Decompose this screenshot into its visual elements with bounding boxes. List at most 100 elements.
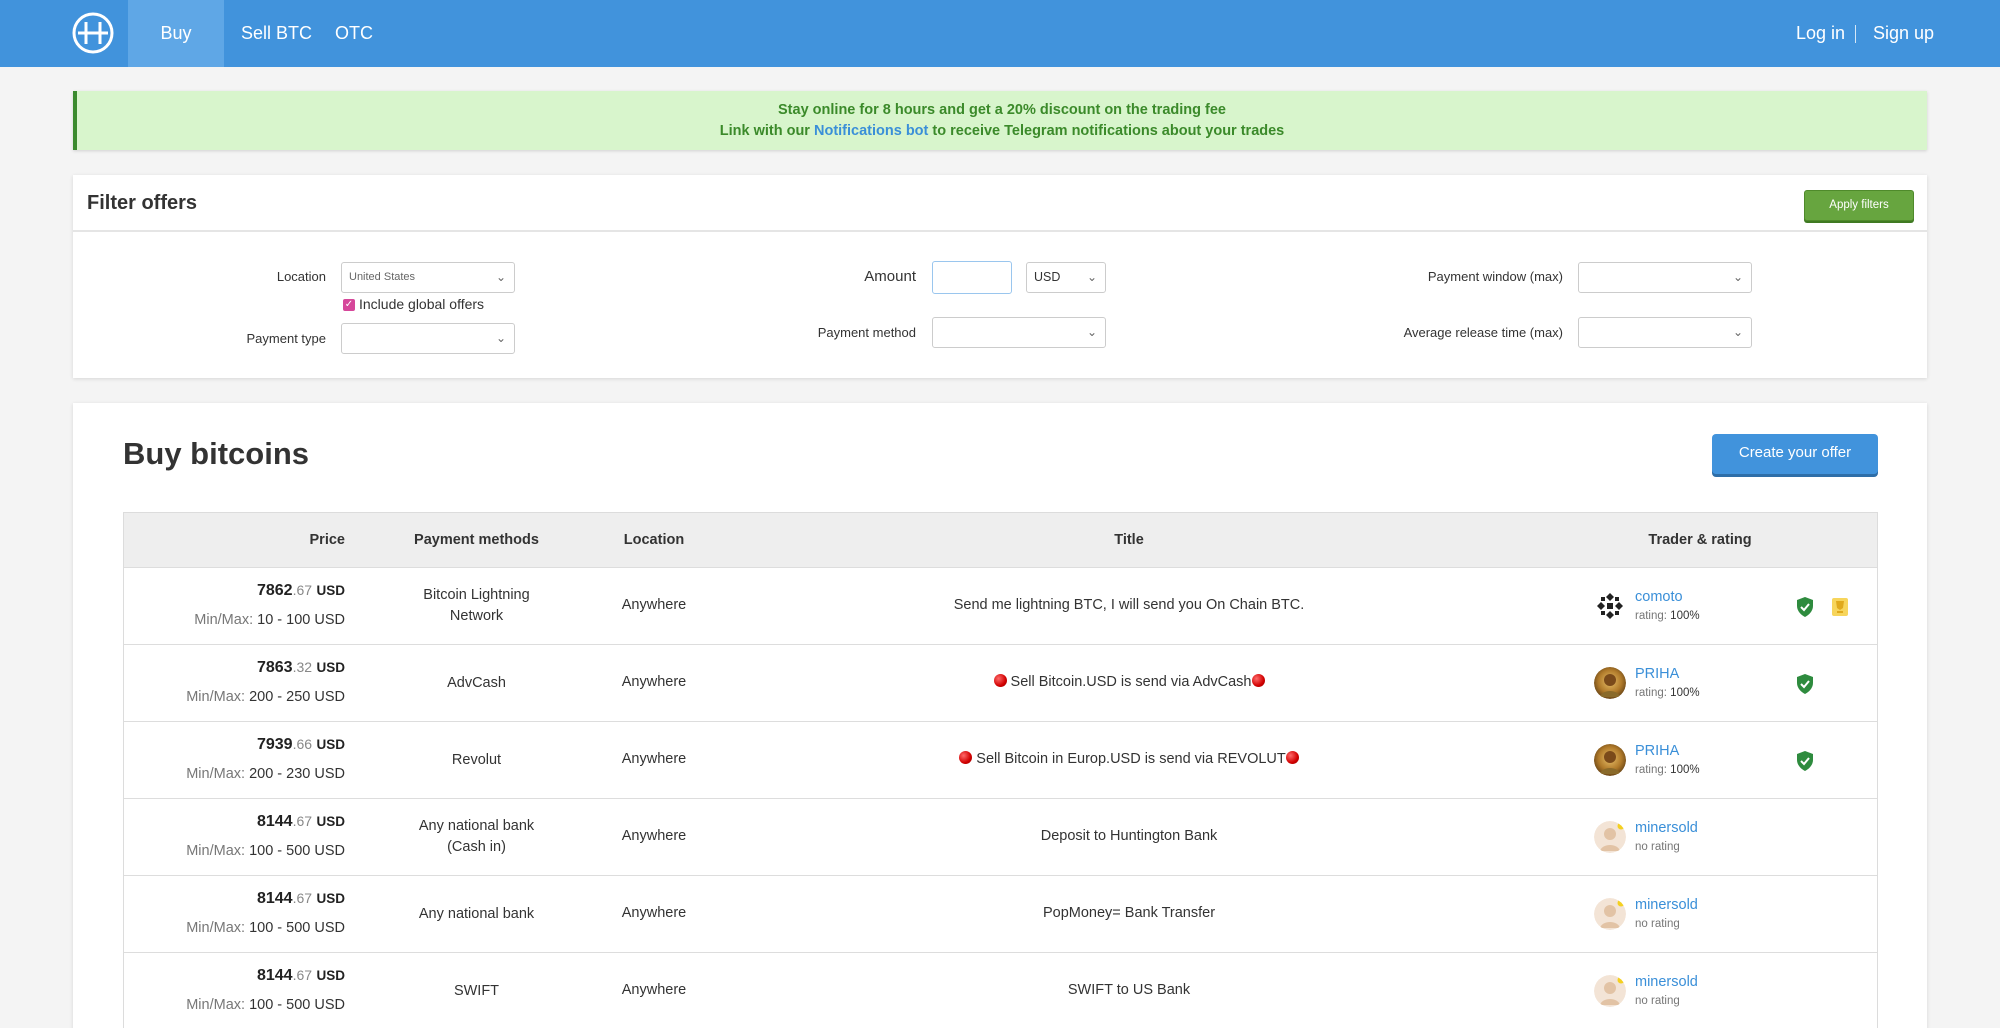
trader-avatar[interactable] bbox=[1594, 898, 1626, 930]
minmax: Min/Max: 100 - 500 USD bbox=[186, 997, 345, 1013]
location-select[interactable]: United States ⌄ bbox=[341, 262, 515, 293]
verified-shield-icon bbox=[1797, 674, 1813, 694]
chevron-down-icon: ⌄ bbox=[1086, 325, 1097, 339]
payment-method-line2: (Cash in) bbox=[447, 839, 506, 855]
price-integer: 7939 bbox=[256, 736, 293, 753]
minmax-value: 100 - 500 USD bbox=[249, 997, 345, 1013]
banner-line2-prefix: Link with our bbox=[719, 123, 814, 139]
table-row[interactable]: 7862.67 USD Min/Max: 10 - 100 USD Bitcoi… bbox=[124, 568, 1877, 645]
location-select-value: United States bbox=[349, 271, 416, 283]
payment-type-select[interactable]: ⌄ bbox=[341, 323, 515, 354]
trader-rating: no rating bbox=[1635, 841, 1680, 853]
table-row[interactable]: 8144.67 USD Min/Max: 100 - 500 USD Any n… bbox=[124, 876, 1877, 953]
payment-method-line2: Network bbox=[449, 608, 504, 624]
chevron-down-icon: ⌄ bbox=[1086, 270, 1097, 284]
verified-shield-icon bbox=[1797, 597, 1813, 617]
location: Anywhere bbox=[621, 828, 687, 844]
amount-input[interactable] bbox=[932, 261, 1012, 294]
trader-avatar[interactable] bbox=[1594, 744, 1626, 776]
trader-name[interactable]: comoto bbox=[1635, 589, 1683, 605]
rating-value: 100% bbox=[1670, 610, 1700, 622]
price-currency: USD bbox=[316, 891, 345, 906]
table-row[interactable]: 7939.66 USD Min/Max: 200 - 230 USD Revol… bbox=[124, 722, 1877, 799]
trader-avatar[interactable] bbox=[1594, 975, 1626, 1007]
payment-method: SWIFT bbox=[453, 983, 500, 999]
price: 8144.67 USD bbox=[257, 967, 345, 985]
table-header: Price Payment methods Location Title Tra… bbox=[124, 513, 1877, 568]
payment-method: Revolut bbox=[451, 752, 502, 768]
price-decimal: .32 bbox=[292, 659, 313, 675]
notifications-bot-link[interactable]: Notifications bot bbox=[814, 123, 928, 139]
column-payment-methods[interactable]: Payment methods bbox=[389, 513, 564, 568]
payment-method-select[interactable]: ⌄ bbox=[932, 317, 1106, 348]
tab-otc[interactable]: OTC bbox=[319, 0, 389, 67]
top-navbar: Buy BTC Sell BTC OTC Log in Sign up bbox=[0, 0, 2000, 110]
price-currency: USD bbox=[316, 968, 345, 983]
column-location[interactable]: Location bbox=[594, 513, 714, 568]
release-time-select[interactable]: ⌄ bbox=[1578, 317, 1752, 348]
apply-filters-button[interactable]: Apply filters bbox=[1804, 190, 1914, 221]
trader-name[interactable]: minersold bbox=[1635, 897, 1698, 913]
offer-title-text: Sell Bitcoin in Europ.USD is send via RE… bbox=[972, 751, 1286, 767]
location: Anywhere bbox=[621, 597, 687, 613]
trader-avatar[interactable] bbox=[1594, 821, 1626, 853]
h-coin-logo-icon[interactable] bbox=[72, 12, 114, 54]
price-decimal: .66 bbox=[292, 736, 313, 752]
red-circle-icon bbox=[1285, 751, 1299, 764]
tab-sell-btc[interactable]: Sell BTC bbox=[225, 0, 328, 67]
banner-line1: Stay online for 8 hours and get a 20% di… bbox=[778, 102, 1226, 118]
minmax: Min/Max: 200 - 230 USD bbox=[186, 766, 345, 782]
trader-name[interactable]: PRIHA bbox=[1635, 666, 1679, 682]
rating-label: rating: bbox=[1635, 764, 1667, 776]
payment-type-label: Payment type bbox=[246, 331, 327, 346]
table-row[interactable]: 8144.67 USD Min/Max: 100 - 500 USD SWIFT… bbox=[124, 953, 1877, 1028]
table-row[interactable]: 7863.32 USD Min/Max: 200 - 250 USD AdvCa… bbox=[124, 645, 1877, 722]
filter-panel: Filter offers Apply filters Location Uni… bbox=[73, 175, 1927, 378]
filter-header: Filter offers Apply filters bbox=[73, 175, 1927, 232]
include-global-label: Include global offers bbox=[359, 296, 485, 312]
chevron-down-icon: ⌄ bbox=[1732, 325, 1743, 339]
rating-value: 100% bbox=[1670, 764, 1700, 776]
include-global-checkbox[interactable]: ✓ bbox=[343, 299, 355, 311]
verified-shield-icon bbox=[1797, 751, 1813, 771]
create-offer-button[interactable]: Create your offer bbox=[1712, 434, 1878, 474]
offer-title: Sell Bitcoin in Europ.USD is send via RE… bbox=[764, 751, 1494, 767]
price: 7863.32 USD bbox=[257, 659, 345, 677]
trader-avatar[interactable] bbox=[1594, 590, 1626, 622]
login-link[interactable]: Log in bbox=[1796, 0, 1845, 67]
price-decimal: .67 bbox=[292, 582, 313, 598]
table-row[interactable]: 8144.67 USD Min/Max: 100 - 500 USD Any n… bbox=[124, 799, 1877, 876]
location: Anywhere bbox=[621, 905, 687, 921]
price: 8144.67 USD bbox=[257, 890, 345, 908]
payment-method-label: Payment method bbox=[817, 325, 916, 340]
minmax-value: 100 - 500 USD bbox=[249, 843, 345, 859]
payment-method-line1: Any national bank bbox=[418, 818, 535, 834]
offer-title: PopMoney= Bank Transfer bbox=[1042, 905, 1216, 921]
banner-line2-suffix: to receive Telegram notifications about … bbox=[928, 123, 1285, 139]
trader-name[interactable]: minersold bbox=[1635, 820, 1698, 836]
payment-method: Bitcoin Lightning Network bbox=[389, 585, 564, 627]
minmax-value: 200 - 250 USD bbox=[249, 689, 345, 705]
payment-window-select[interactable]: ⌄ bbox=[1578, 262, 1752, 293]
filter-title: Filter offers bbox=[87, 192, 198, 214]
trader-name[interactable]: minersold bbox=[1635, 974, 1698, 990]
currency-select-value: USD bbox=[1034, 270, 1061, 284]
trader-avatar[interactable] bbox=[1594, 667, 1626, 699]
chevron-down-icon: ⌄ bbox=[495, 270, 506, 284]
auth-divider bbox=[1855, 25, 1856, 43]
column-price[interactable]: Price bbox=[310, 513, 345, 568]
minmax-value: 100 - 500 USD bbox=[249, 920, 345, 936]
trader-rating: no rating bbox=[1635, 918, 1680, 930]
price-decimal: .67 bbox=[292, 813, 313, 829]
column-trader-rating[interactable]: Trader & rating bbox=[1594, 513, 1806, 568]
location: Anywhere bbox=[621, 751, 687, 767]
trader-name[interactable]: PRIHA bbox=[1635, 743, 1679, 759]
tab-buy-btc[interactable]: Buy BTC bbox=[128, 0, 224, 110]
signup-link[interactable]: Sign up bbox=[1873, 0, 1934, 67]
currency-select[interactable]: USD ⌄ bbox=[1026, 262, 1106, 293]
column-title[interactable]: Title bbox=[764, 513, 1494, 568]
location-label: Location bbox=[276, 269, 326, 284]
minmax-label: Min/Max: bbox=[186, 843, 246, 859]
trader-rating: rating: 100% bbox=[1635, 764, 1700, 776]
trader-rating: rating: 100% bbox=[1635, 687, 1700, 699]
